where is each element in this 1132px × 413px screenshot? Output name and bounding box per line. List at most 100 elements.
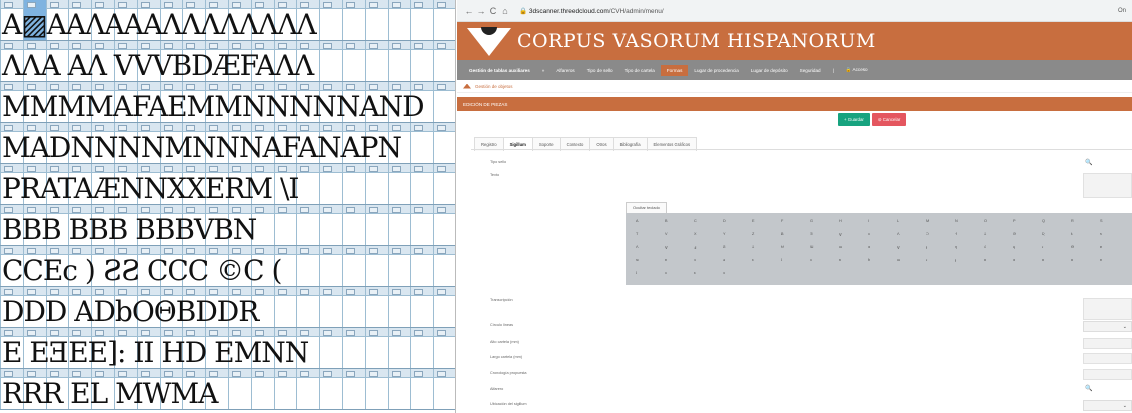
keyboard-key[interactable]: ɓ — [868, 258, 870, 262]
glyph-cell[interactable] — [296, 369, 319, 410]
glyph-cell[interactable] — [364, 287, 388, 328]
keyboard-key[interactable]: M — [926, 219, 929, 223]
glyph-cell[interactable] — [433, 369, 455, 410]
glyph-cell[interactable] — [273, 369, 297, 410]
keyboard-key[interactable]: ɟ — [926, 245, 927, 249]
glyph-cell[interactable] — [319, 246, 342, 287]
keyboard-key[interactable]: Ʌ — [636, 245, 639, 249]
glyph-cell[interactable] — [433, 328, 455, 369]
keyboard-key[interactable]: ʁ — [1042, 258, 1044, 262]
glyph-cell[interactable] — [342, 369, 365, 410]
keyboard-key[interactable]: Ɐ — [665, 245, 668, 250]
keyboard-key[interactable]: Ƚ — [1071, 232, 1073, 236]
glyph-cell[interactable] — [273, 205, 297, 246]
cancel-button[interactable]: ⊘ Cancelar — [871, 113, 907, 126]
keyboard-key[interactable]: Z — [752, 232, 754, 236]
keyboard-key[interactable]: Ɯ — [810, 245, 813, 249]
menu-item[interactable]: Formas — [660, 64, 689, 76]
menu-item[interactable]: 🔒 Acceso — [840, 67, 874, 73]
keyboard-key[interactable]: Ɵ — [1071, 245, 1074, 249]
keyboard-key[interactable]: ʌ — [810, 258, 812, 262]
keyboard-key[interactable]: ʍ — [636, 258, 639, 262]
glyph-cell[interactable] — [342, 205, 365, 246]
keyboard-key[interactable]: Ə — [1013, 232, 1016, 236]
glyph-cell[interactable] — [433, 41, 455, 82]
keyboard-key[interactable]: R — [1071, 219, 1074, 223]
site-logo[interactable] — [457, 22, 517, 60]
glyph-cell[interactable] — [364, 41, 388, 82]
keyboard-key[interactable]: E — [752, 219, 755, 223]
save-button[interactable]: + Guardar — [838, 113, 870, 126]
glyph-cell[interactable] — [319, 164, 342, 205]
glyph-cell[interactable] — [273, 287, 297, 328]
transcripcion-input[interactable] — [1083, 298, 1132, 320]
keyboard-key[interactable]: ɯ — [897, 258, 900, 262]
glyph-cell[interactable] — [410, 41, 433, 82]
keyboard-key[interactable]: C — [694, 219, 697, 223]
keyboard-key[interactable]: ɛ — [752, 258, 754, 262]
glyph-cell[interactable] — [319, 287, 342, 328]
glyph-cell[interactable] — [342, 0, 365, 41]
keyboard-key[interactable]: Ɐ — [839, 232, 842, 237]
keyboard-key[interactable]: ʌ — [868, 232, 870, 236]
keyboard-key[interactable]: ɒ — [1100, 258, 1102, 262]
keyboard-key[interactable]: ɹ — [926, 258, 927, 262]
keyboard-key[interactable]: S — [1100, 219, 1103, 223]
keyboard-key[interactable]: ɹ — [1042, 245, 1043, 249]
glyph-cell[interactable] — [228, 369, 251, 410]
glyph-cell[interactable] — [387, 369, 411, 410]
glyph-cell[interactable] — [319, 0, 342, 41]
keyboard-key[interactable]: ƽ — [1100, 232, 1102, 236]
glyph-cell[interactable] — [296, 205, 319, 246]
menu-item[interactable]: Gestión de tablas auxiliares — [463, 68, 536, 73]
keyboard-key[interactable]: ɒ — [665, 258, 667, 262]
glyph-cell[interactable] — [433, 205, 455, 246]
keyboard-key[interactable]: ʌ — [665, 271, 667, 275]
keyboard-key[interactable]: F — [781, 219, 783, 223]
glyph-cell[interactable] — [387, 246, 411, 287]
keyboard-key[interactable]: T — [636, 232, 638, 236]
keyboard-key[interactable]: Ʌ — [897, 232, 900, 236]
glyph-cell[interactable] — [387, 0, 411, 41]
glyph-cell[interactable] — [296, 246, 319, 287]
glyph-cell[interactable] — [364, 369, 388, 410]
glyph-cell[interactable] — [387, 41, 411, 82]
glyph-cell[interactable] — [433, 82, 455, 123]
keyboard-key[interactable]: ʞ — [955, 245, 957, 249]
keyboard-key[interactable]: ɐ — [1100, 245, 1102, 249]
keyboard-key[interactable]: Ɔ — [926, 232, 929, 236]
keyboard-key[interactable]: D — [723, 219, 726, 223]
glyph-cell[interactable] — [364, 164, 388, 205]
keyboard-key[interactable]: Ⅎ — [694, 245, 696, 250]
glyph-cell[interactable] — [319, 328, 342, 369]
glyph-cell[interactable] — [319, 369, 342, 410]
keyboard-key[interactable]: G — [810, 219, 813, 223]
glyph-cell[interactable] — [433, 0, 455, 41]
keyboard-key[interactable]: Q — [1042, 219, 1045, 223]
keyboard-key[interactable]: ɑ — [868, 245, 870, 249]
glyph-cell[interactable] — [410, 246, 433, 287]
alto-cartela-input[interactable] — [1083, 338, 1132, 349]
largo-cartela-input[interactable] — [1083, 353, 1132, 364]
keyboard-key[interactable]: N — [955, 219, 958, 223]
glyph-cell[interactable] — [410, 164, 433, 205]
glyph-cell[interactable] — [296, 164, 319, 205]
keyboard-key[interactable]: Ꟶ — [955, 232, 957, 237]
glyph-cell[interactable] — [387, 287, 411, 328]
reload-icon[interactable]: C — [487, 6, 499, 16]
glyph-cell[interactable] — [364, 328, 388, 369]
glyph-cell[interactable] — [364, 246, 388, 287]
glyph-cell[interactable] — [342, 287, 365, 328]
ubicacion-select[interactable]: ⌄ — [1083, 400, 1132, 411]
glyph-cell[interactable] — [410, 369, 433, 410]
menu-item[interactable]: Tipo de sello — [581, 68, 619, 73]
keyboard-key[interactable]: L — [897, 219, 899, 223]
keyboard-key[interactable]: O — [984, 219, 987, 223]
keyboard-key[interactable]: ɑ — [1013, 258, 1015, 262]
glyph-cell[interactable] — [433, 287, 455, 328]
keyboard-key[interactable]: H — [839, 219, 842, 223]
keyboard-key[interactable]: ʚ — [839, 258, 841, 262]
glyph-cell[interactable] — [433, 123, 455, 164]
cronologia-input[interactable] — [1083, 369, 1132, 380]
keyboard-key[interactable]: Y — [723, 232, 726, 236]
